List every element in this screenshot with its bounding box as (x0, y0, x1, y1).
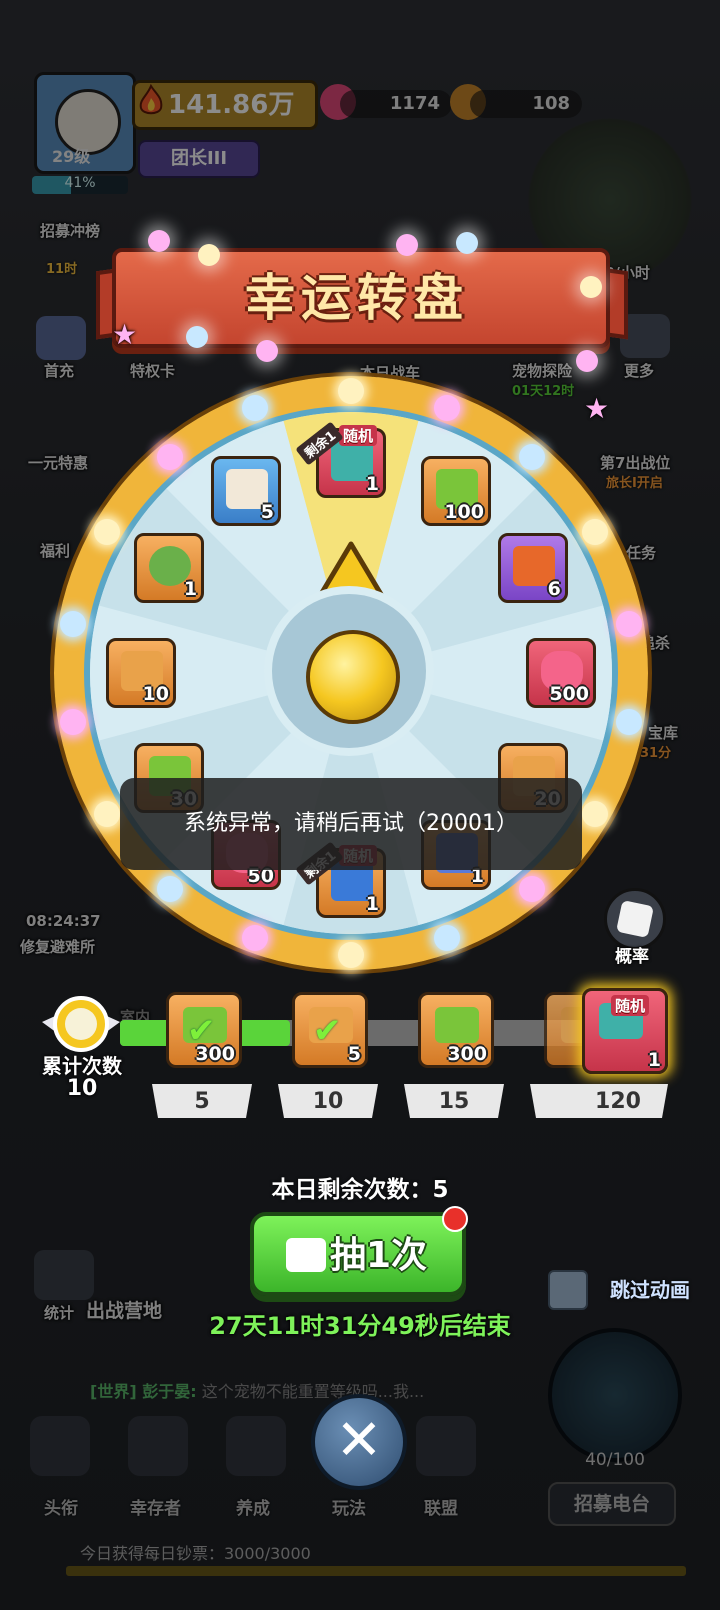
close-icon: ✕ (335, 1408, 383, 1473)
wheel-reward: 1随机剩余1 (295, 421, 386, 498)
milestone-count: 5 (347, 1043, 361, 1065)
milestone-reward[interactable]: ✔ 5 (292, 992, 368, 1068)
wheel-reward: 500 (526, 638, 596, 708)
spin-pointer-knob (306, 630, 400, 724)
random-tag: 随机 (611, 995, 650, 1016)
milestone-reward[interactable]: 随机 1 (582, 988, 668, 1074)
milestone-reward[interactable]: 300 (418, 992, 494, 1068)
wheel-reward: 5 (211, 456, 281, 527)
spin-button-label[interactable]: 抽1次 (330, 1226, 427, 1278)
light-bulb (580, 276, 602, 298)
rim-light (241, 924, 268, 951)
milestone-count: 300 (447, 1043, 487, 1065)
rim-light (615, 708, 642, 735)
wheel-reward: 6 (497, 533, 568, 603)
rim-light (615, 611, 642, 638)
light-bulb (576, 350, 598, 372)
rim-light (156, 443, 183, 470)
reward-count: 1 (365, 473, 379, 495)
skip-animation-checkbox[interactable] (548, 1270, 588, 1310)
dice-icon[interactable] (604, 888, 666, 950)
light-bulb (148, 230, 170, 252)
reward-count: 1 (183, 578, 198, 600)
milestone-threshold: 15 (404, 1084, 504, 1118)
wheel-reward: 1 (134, 533, 205, 603)
cash-stack-icon (435, 1007, 479, 1043)
rim-light (338, 942, 364, 968)
milestone-threshold: 120 (568, 1084, 668, 1118)
milestone-threshold: 5 (152, 1084, 252, 1118)
light-bulb (256, 340, 278, 362)
rim-light (156, 876, 183, 903)
cumulative-count: 10 (66, 1076, 98, 1101)
milestone-count: 300 (195, 1043, 235, 1065)
close-button[interactable]: ✕ (311, 1394, 407, 1490)
error-toast: 系统异常，请稍后再试（20001） (120, 778, 582, 870)
reward-count: 1 (365, 893, 379, 915)
random-tag: 随机 (339, 425, 378, 446)
event-timer: 27天11时31分49秒后结束 (209, 1312, 511, 1340)
reward-count: 10 (142, 683, 169, 705)
milestone-reward[interactable]: ✔ 300 (166, 992, 242, 1068)
rim-light (93, 519, 120, 545)
light-bulb (198, 244, 220, 266)
light-bulb (186, 326, 208, 348)
reward-count: 6 (547, 578, 561, 600)
probability-label[interactable]: 概率 (604, 942, 660, 967)
remaining-spins: 本日剩余次数：5 (271, 1177, 449, 1203)
reward-count: 500 (549, 683, 589, 705)
skip-animation-label[interactable]: 跳过动画 (610, 1274, 690, 1303)
video-ad-icon (286, 1238, 326, 1272)
wheel-title: 幸运转盘 (245, 269, 469, 327)
cumulative-label: 累计次数 (42, 1054, 122, 1078)
light-bulb (456, 232, 478, 254)
claimed-check-icon: ✔ (313, 1011, 342, 1051)
rim-light (93, 801, 120, 827)
milestone-threshold: 10 (278, 1084, 378, 1118)
wheel-reward: 100 (421, 456, 491, 527)
notification-dot (442, 1206, 468, 1232)
rim-light (338, 378, 364, 404)
wheel-reward: 10 (106, 638, 176, 708)
milestone-count: 1 (647, 1049, 661, 1071)
reward-count: 100 (444, 501, 484, 524)
star-light-icon: ★ (112, 318, 138, 351)
reward-count: 5 (260, 501, 274, 524)
light-bulb (396, 234, 418, 256)
rim-light (241, 395, 268, 421)
